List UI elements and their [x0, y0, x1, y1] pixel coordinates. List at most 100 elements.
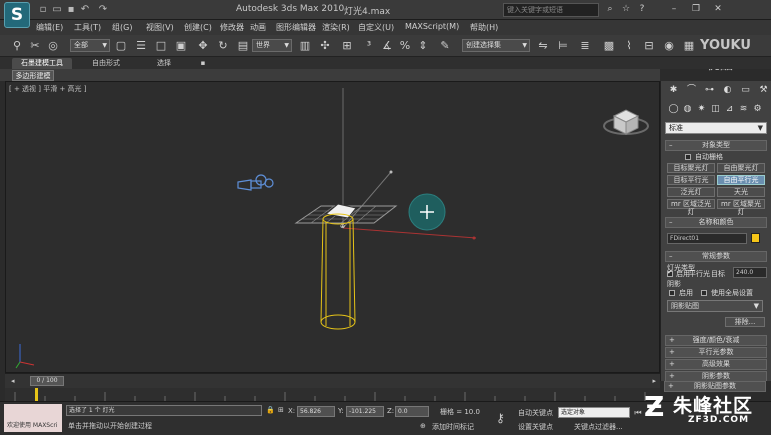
- cameras-icon[interactable]: ◫: [709, 103, 722, 116]
- target-spot-button[interactable]: 目标聚光灯: [667, 163, 715, 173]
- star-icon[interactable]: ☆: [620, 3, 632, 15]
- menu-edit[interactable]: 编辑(E): [36, 22, 63, 33]
- target-distance-field[interactable]: 240.0: [733, 267, 767, 278]
- rotate-icon[interactable]: ↻: [216, 38, 230, 53]
- layer-manager-icon[interactable]: ≣: [578, 38, 592, 53]
- maxscript-listener[interactable]: 欢迎使用 MAXScri: [4, 404, 62, 432]
- lock-selection-icon[interactable]: 🔒: [266, 406, 275, 414]
- z-coord-field[interactable]: 0.0: [395, 406, 429, 417]
- key-filters-button[interactable]: 关键点过滤器...: [574, 422, 623, 432]
- exclude-button[interactable]: 排除...: [725, 317, 765, 327]
- time-tag-icon[interactable]: ⊕: [420, 422, 426, 430]
- menu-create[interactable]: 创建(C): [184, 22, 212, 33]
- track-bar[interactable]: [5, 388, 660, 401]
- shapes-icon[interactable]: ◍: [681, 103, 694, 116]
- app-logo-button[interactable]: S: [4, 2, 30, 28]
- window-crossing-icon[interactable]: ▣: [174, 38, 188, 53]
- shadow-type-dropdown[interactable]: 阴影贴图 ▼: [667, 300, 763, 312]
- menu-help[interactable]: 帮助(H): [470, 22, 498, 33]
- selection-filter-dropdown[interactable]: 全部 ▼: [70, 39, 110, 52]
- ribbon-options-icon[interactable]: ▪: [196, 58, 210, 69]
- menu-views[interactable]: 视图(V): [146, 22, 174, 33]
- scale-icon[interactable]: ▤: [236, 38, 250, 53]
- tab-freeform[interactable]: 自由形式: [84, 58, 128, 69]
- intensity-color-rollout[interactable]: + 强度/颜色/衰减: [665, 335, 767, 346]
- time-slider-bar[interactable]: 0 / 100 ◂ ▸: [5, 373, 660, 388]
- free-spot-button[interactable]: 自由聚光灯: [717, 163, 765, 173]
- graphite-toggle-icon[interactable]: ▩: [602, 38, 616, 53]
- set-key-button[interactable]: 设置关键点: [518, 422, 553, 432]
- rect-selection-icon[interactable]: □: [154, 38, 168, 53]
- render-setup-icon[interactable]: ▦: [682, 38, 696, 53]
- undo-icon[interactable]: ↶: [78, 3, 92, 17]
- redo-icon[interactable]: ↷: [96, 3, 110, 17]
- select-object-icon[interactable]: ▢: [114, 38, 128, 53]
- free-direct-button[interactable]: 自由平行光: [717, 175, 765, 185]
- polygon-modeling-panel[interactable]: 多边形建模: [12, 70, 54, 81]
- spacewarps-icon[interactable]: ≋: [737, 103, 750, 116]
- menu-maxscript[interactable]: MAXScript(M): [405, 22, 459, 31]
- geometry-icon[interactable]: ◯: [667, 103, 680, 116]
- snaps-icon[interactable]: ³: [362, 38, 376, 53]
- curve-editor-icon[interactable]: ⌇: [622, 38, 636, 53]
- new-file-icon[interactable]: ▫: [36, 3, 50, 17]
- object-color-swatch[interactable]: [751, 233, 760, 243]
- link-icon[interactable]: ⚲: [10, 38, 24, 53]
- hierarchy-tab-icon[interactable]: ⊶: [703, 84, 716, 97]
- utilities-tab-icon[interactable]: ⚒: [757, 84, 770, 97]
- lights-icon[interactable]: ✷: [695, 103, 708, 116]
- directional-params-rollout[interactable]: + 平行光参数: [665, 347, 767, 358]
- menu-tools[interactable]: 工具(T): [74, 22, 101, 33]
- mirror-icon[interactable]: ⇋: [536, 38, 550, 53]
- y-coord-field[interactable]: -101.225: [346, 406, 384, 417]
- save-icon[interactable]: ▪: [64, 3, 78, 17]
- edit-named-sets-icon[interactable]: ✎: [438, 38, 452, 53]
- spinner-snap-icon[interactable]: ⇕: [416, 38, 430, 53]
- schematic-view-icon[interactable]: ⊟: [642, 38, 656, 53]
- modify-tab-icon[interactable]: ⌒: [685, 84, 698, 97]
- mr-area-spot-button[interactable]: mr 区域聚光灯: [717, 199, 765, 216]
- keyboard-shortcut-icon[interactable]: ⊞: [340, 38, 354, 53]
- systems-icon[interactable]: ⚙: [751, 103, 764, 116]
- angle-snap-icon[interactable]: ∡: [380, 38, 394, 53]
- create-tab-icon[interactable]: ✱: [667, 84, 680, 97]
- transform-mode-icon[interactable]: ⊞: [278, 406, 284, 414]
- select-by-name-icon[interactable]: ☰: [134, 38, 148, 53]
- menu-animation[interactable]: 动画: [250, 22, 266, 33]
- x-coord-field[interactable]: 56.826: [297, 406, 335, 417]
- select-manipulate-icon[interactable]: ✣: [318, 38, 332, 53]
- omni-button[interactable]: 泛光灯: [667, 187, 715, 197]
- display-tab-icon[interactable]: ▭: [739, 84, 752, 97]
- tab-selection[interactable]: 选择: [146, 58, 182, 69]
- general-params-rollout[interactable]: – 常规参数: [665, 251, 767, 262]
- skylight-button[interactable]: 天光: [717, 187, 765, 197]
- add-time-tag[interactable]: 添加时间标记: [432, 422, 474, 432]
- help-icon[interactable]: ?: [636, 3, 648, 15]
- search-input[interactable]: 键入关键字或短语: [503, 3, 599, 17]
- use-global-checkbox[interactable]: [701, 290, 707, 296]
- helpers-icon[interactable]: ⊿: [723, 103, 736, 116]
- auto-key-button[interactable]: 自动关键点: [518, 408, 553, 418]
- mr-area-omni-button[interactable]: mr 区域泛光灯: [667, 199, 715, 216]
- set-key-icon[interactable]: ⚷: [496, 411, 505, 425]
- close-icon[interactable]: ✕: [712, 3, 724, 15]
- material-editor-icon[interactable]: ◉: [662, 38, 676, 53]
- prev-frame-icon[interactable]: ◂: [11, 377, 15, 385]
- named-selection-dropdown[interactable]: 创建选择集 ▼: [462, 39, 530, 52]
- pivot-icon[interactable]: ▥: [298, 38, 312, 53]
- shadow-enabled-checkbox[interactable]: [669, 290, 675, 296]
- bind-space-warp-icon[interactable]: ◎: [46, 38, 60, 53]
- minimize-icon[interactable]: –: [668, 3, 680, 15]
- open-file-icon[interactable]: ▭: [50, 3, 64, 17]
- target-direct-button[interactable]: 目标平行光: [667, 175, 715, 185]
- object-name-field[interactable]: FDirect01: [667, 233, 747, 244]
- reference-coord-dropdown[interactable]: 世界 ▼: [252, 39, 292, 52]
- align-icon[interactable]: ⊨: [556, 38, 570, 53]
- menu-modifiers[interactable]: 修改器: [220, 22, 244, 33]
- menu-customize[interactable]: 自定义(U): [358, 22, 394, 33]
- menu-graph-editors[interactable]: 图形编辑器: [276, 22, 316, 33]
- light-category-dropdown[interactable]: 标准 ▼: [665, 122, 767, 134]
- percent-snap-icon[interactable]: %: [398, 38, 412, 53]
- tab-graphite-modeling[interactable]: 石墨建模工具: [12, 58, 72, 69]
- motion-tab-icon[interactable]: ◐: [721, 84, 734, 97]
